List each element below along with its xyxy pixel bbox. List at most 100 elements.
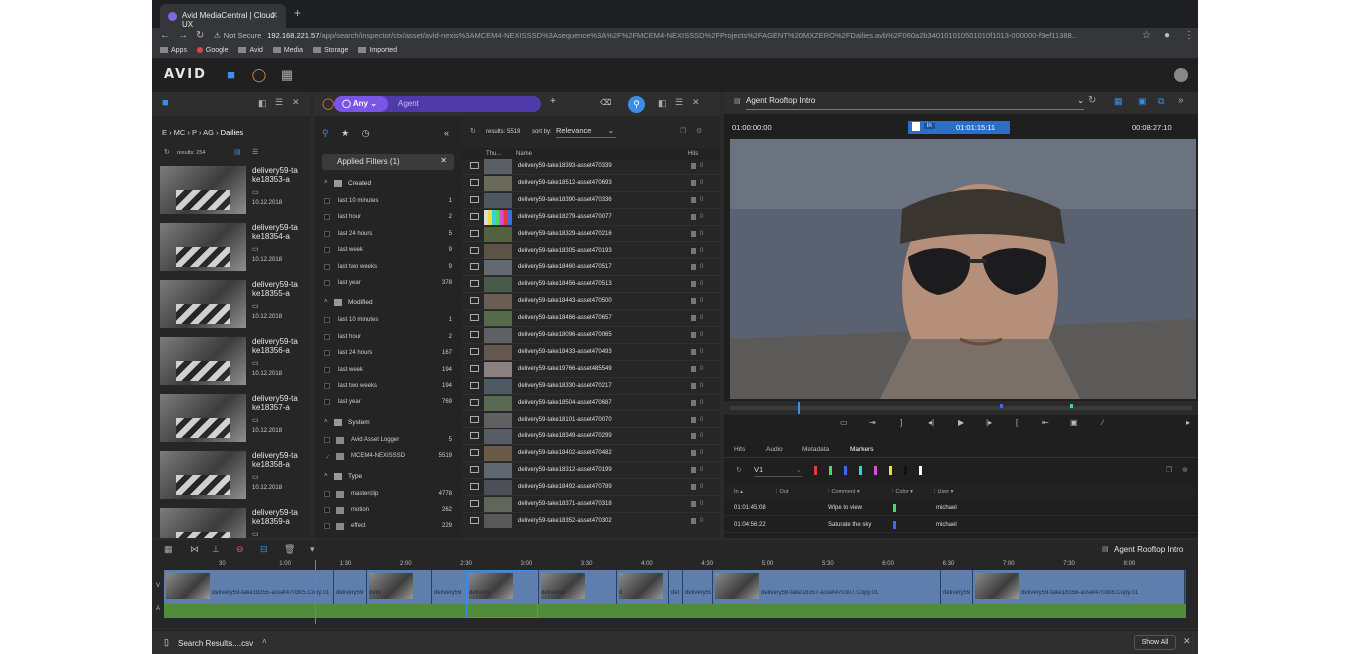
video-track[interactable]: delivery59-take18355-asset470305.Copy.01… [164, 570, 1186, 604]
splice-icon[interactable]: ⊟ [260, 544, 268, 555]
refresh-icon[interactable]: ↻ [736, 466, 742, 474]
marker-pin[interactable] [1070, 404, 1073, 408]
mark-in-icon[interactable]: ⇥ [869, 418, 876, 427]
browse-folder-icon[interactable]: ■ [222, 67, 240, 83]
chevron-up-icon[interactable]: ˄ [324, 419, 328, 425]
playhead[interactable] [798, 402, 800, 414]
filter-option[interactable]: ✓ MCEM4-NEXISSSD 5519 [314, 450, 462, 464]
audio-track[interactable] [164, 604, 1186, 618]
grid-view-icon[interactable]: ▤ [234, 148, 241, 156]
safe-area-icon[interactable]: ▣ [1070, 418, 1078, 427]
monitor-icon[interactable]: ▣ [1138, 96, 1147, 107]
browse-item[interactable]: delivery59-take18358-a ▭ 10.12.2018 [160, 451, 306, 505]
filter-option[interactable]: last two weeks 194 [314, 380, 462, 394]
result-row[interactable]: delivery59-take18466-asset470657 0 [462, 310, 720, 327]
marker-row[interactable]: 01:04:56:22 Saturate the sky michael [724, 517, 1198, 533]
result-row[interactable]: delivery59-take18101-asset470070 0 [462, 412, 720, 429]
filter-option[interactable]: last 24 hours 167 [314, 347, 462, 361]
filter-option[interactable]: Avid Asset Logger 5 [314, 434, 462, 448]
crumb-3[interactable]: AG [203, 128, 214, 137]
collapse-icon[interactable]: « [444, 128, 449, 138]
browse-item[interactable]: delivery59-take18356-a ▭ 10.12.2018 [160, 337, 306, 391]
filter-section[interactable]: ˄ System [314, 417, 462, 431]
filter-checkbox[interactable] [324, 507, 330, 513]
layout-icon[interactable]: ◧ [658, 98, 667, 109]
favorites-star-icon[interactable]: ★ [341, 128, 349, 138]
filter-checkbox[interactable] [324, 383, 330, 389]
sync-icon[interactable]: ↻ [1088, 95, 1096, 106]
marker-color-swatch[interactable] [874, 466, 877, 475]
mark-out-icon[interactable]: ] [900, 418, 902, 427]
account-icon[interactable]: ● [1164, 28, 1170, 44]
result-row[interactable]: delivery59-take18349-asset470299 0 [462, 428, 720, 446]
result-row[interactable]: delivery59-take18352-asset470302 0 [462, 513, 720, 528]
clear-filters-icon[interactable]: ✕ [440, 156, 447, 165]
track-a-label[interactable]: A [156, 606, 160, 612]
result-row[interactable]: delivery59-take18329-asset470216 0 [462, 226, 720, 243]
filter-checkbox[interactable] [324, 214, 330, 221]
marker-color-swatch[interactable] [859, 466, 862, 475]
browse-item[interactable]: delivery59-take18355-a ▭ 10.12.2018 [160, 280, 306, 334]
show-all-button[interactable]: Show All [1134, 635, 1176, 650]
result-row[interactable]: delivery59-take18279-asset470077 0 [462, 209, 720, 226]
marker-color-swatch[interactable] [904, 466, 907, 475]
timeline-ruler[interactable]: 30 1:00 1:30 2:00 2:30 3:00 3:30 4:00 4:30 5:00 5:… [164, 560, 1186, 570]
timeline-clip[interactable]: delivery59-take18355-asset470305.Copy.01 [164, 570, 334, 604]
rundown-icon[interactable]: ▦ [278, 67, 296, 83]
clear-query-icon[interactable]: ⌫ [600, 98, 611, 107]
delete-icon[interactable]: 🗑 [284, 544, 295, 555]
hamburger-icon[interactable]: ☰ [275, 97, 283, 108]
bookmark-google[interactable]: Google [196, 44, 229, 58]
monitor-toggle-icon[interactable]: ▭ [840, 418, 848, 427]
chevron-up-icon[interactable]: ˄ [324, 473, 328, 479]
timeline-clip[interactable]: delivery59-take18358-asset470308.Copy.01 [973, 570, 1185, 604]
chevron-up-icon[interactable]: ˄ [324, 299, 328, 305]
bookmark-avid[interactable]: Avid [238, 44, 263, 58]
copy-icon[interactable]: ❐ [680, 127, 686, 135]
download-file[interactable]: Search Results....csv [178, 639, 253, 648]
marker-color-swatch[interactable] [844, 466, 847, 475]
bookmark-imported[interactable]: Imported [358, 44, 397, 58]
back-icon[interactable]: ← [160, 28, 170, 44]
filter-option[interactable]: masterclip 4778 [314, 488, 462, 502]
step-forward-icon[interactable]: |▸ [986, 418, 992, 427]
filter-icon[interactable]: ⚲ [322, 128, 329, 138]
overwrite-icon[interactable]: ⊖ [236, 544, 244, 555]
timeline-clip[interactable]: deliv [367, 570, 432, 604]
col-name[interactable]: Name [516, 151, 532, 157]
col-color[interactable]: ⋮Color ▾ [890, 489, 913, 495]
filter-checkbox[interactable] [324, 523, 330, 530]
result-row[interactable]: delivery59-take18456-asset470513 0 [462, 276, 720, 294]
sort-dropdown[interactable]: Relevance ⌄ [556, 126, 616, 138]
filter-option[interactable]: motion 262 [314, 504, 462, 518]
col-thumb[interactable]: Thu... [486, 151, 501, 157]
filter-option[interactable]: last 10 minutes 1 [314, 314, 462, 328]
filter-option[interactable]: last week 9 [314, 244, 462, 258]
browse-item[interactable]: delivery59-take18353-a ▭ 10.12.2018 [160, 166, 306, 220]
asset-title[interactable]: Agent Rooftop Intro ⌄ [746, 96, 1084, 110]
close-tab-icon[interactable]: ✕ [270, 10, 278, 21]
filter-option[interactable]: last year 769 [314, 396, 462, 410]
filter-checkbox[interactable] [324, 247, 330, 254]
add-marker-icon[interactable]: ⊕ [1182, 466, 1188, 474]
filter-option[interactable]: last hour 2 [314, 211, 462, 225]
panel-layout-icon[interactable]: ▦ [1114, 96, 1123, 107]
audio-scrub-icon[interactable]: ∕ [1102, 418, 1103, 427]
expand-icon[interactable]: » [1178, 95, 1184, 106]
filter-option[interactable]: last 24 hours 5 [314, 228, 462, 242]
filter-checkbox[interactable]: ✓ [324, 453, 330, 461]
filter-checkbox[interactable] [324, 399, 330, 406]
result-row[interactable]: delivery59-take18330-asset470217 0 [462, 378, 720, 395]
result-row[interactable]: delivery59-take18492-asset470789 0 [462, 479, 720, 496]
menu-icon[interactable]: ⋮ [1184, 28, 1194, 44]
step-back-icon[interactable]: ◂| [928, 418, 934, 427]
search-icon[interactable]: ◯ [250, 67, 268, 83]
result-row[interactable]: delivery59-take18402-asset470482 0 [462, 445, 720, 463]
forward-icon[interactable]: → [178, 28, 188, 44]
close-icon[interactable]: ✕ [692, 97, 700, 108]
play-icon[interactable]: ▶ [958, 418, 964, 427]
bookmark-media[interactable]: Media [272, 44, 303, 58]
browse-item[interactable]: delivery59-take18357-a ▭ 10.12.2018 [160, 394, 306, 448]
col-user[interactable]: ⋮User ▾ [932, 489, 953, 495]
filter-section[interactable]: ˄ Created [314, 178, 462, 192]
